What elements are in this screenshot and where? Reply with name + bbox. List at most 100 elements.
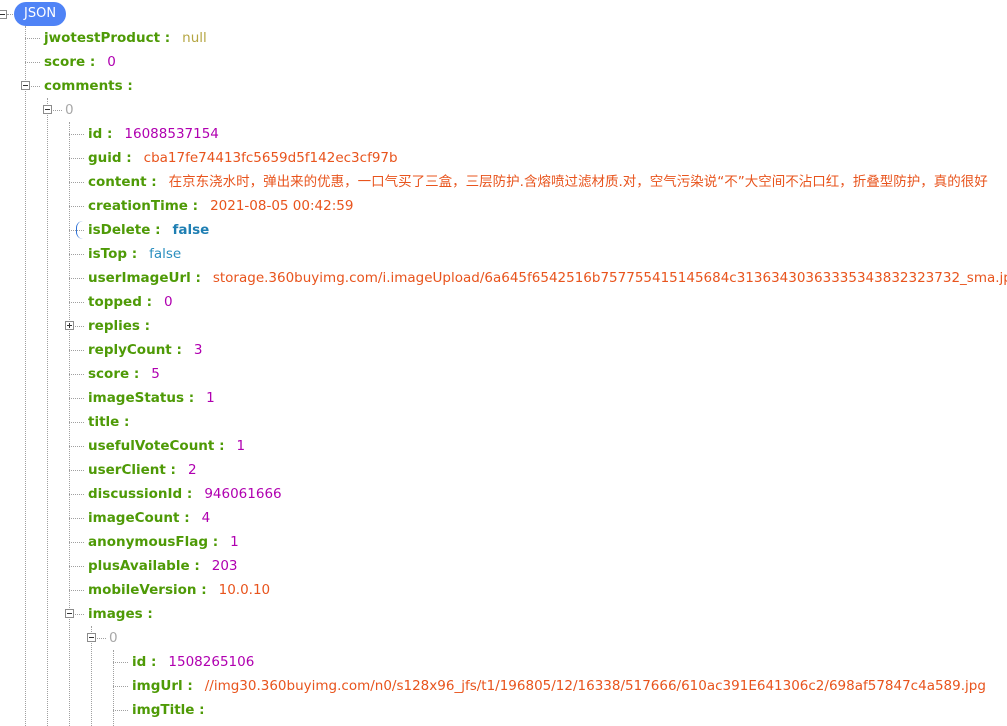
property-key: userClient (88, 462, 171, 478)
collapse-toggle-icon[interactable] (43, 105, 52, 114)
property-value: 2 (187, 462, 197, 478)
property-key: title (88, 414, 125, 430)
property-label: userImageUrl : storage.360buyimg.com/i.im… (88, 266, 1007, 290)
property-label: discussionId :946061666 (88, 482, 282, 506)
key-value-separator: : (151, 654, 157, 670)
property-value: 1 (230, 534, 239, 550)
collapse-toggle-icon[interactable] (87, 633, 96, 642)
property-label: isTop : false (88, 242, 181, 266)
property-key: replyCount (88, 342, 177, 358)
property-key: score (88, 366, 134, 382)
key-value-separator: : (219, 438, 225, 454)
key-value-separator: : (146, 294, 152, 310)
key-value-separator: : (201, 582, 207, 598)
property-key: creationTime (88, 198, 193, 214)
property-label: isDelete : false (88, 218, 209, 242)
array-index: 0 (109, 630, 118, 646)
property-key: mobileVersion (88, 582, 202, 598)
collapse-toggle-icon[interactable] (21, 81, 30, 90)
expand-toggle-icon[interactable] (65, 321, 74, 330)
key-value-separator: : (194, 558, 200, 574)
property-value: 0 (107, 54, 116, 70)
tree-guide-line (69, 122, 70, 726)
key-value-separator: : (188, 390, 195, 406)
key-value-separator: : (89, 54, 96, 70)
property-label: imageCount :4 (88, 506, 210, 530)
property-key: jwotestProduct (44, 30, 165, 46)
property-key: imageCount (88, 510, 185, 526)
property-key: discussionId (88, 486, 187, 502)
property-label: replyCount :3 (88, 338, 202, 362)
property-label: imgTitle : (132, 698, 217, 722)
property-key: isTop (88, 246, 132, 262)
property-label: id :16088537154 (88, 122, 219, 146)
key-value-separator: : (147, 606, 153, 622)
property-value: 3 (193, 342, 203, 358)
property-label: anonymousFlag :1 (88, 530, 239, 554)
property-value: 16088537154 (124, 126, 219, 142)
property-value: 5 (151, 366, 160, 382)
property-label: replies : (88, 314, 162, 338)
property-key: images (88, 606, 148, 622)
key-value-separator: : (199, 702, 205, 718)
property-value: null (182, 30, 207, 46)
property-value: 4 (201, 510, 211, 526)
key-value-separator: : (133, 366, 140, 382)
property-key: plusAvailable (88, 558, 195, 574)
array-index-label: 0 (109, 626, 118, 650)
key-value-separator: : (151, 174, 157, 190)
collapse-toggle-icon[interactable] (65, 609, 74, 618)
property-key: id (88, 126, 107, 142)
property-value: 在京东浇水时，弹出来的优惠，一口气买了三盒，三层防护.含熔喷过滤材质.对，空气污… (168, 174, 988, 190)
property-label: creationTime :2021-08-05 00:42:59 (88, 194, 353, 218)
property-key: isDelete (88, 222, 156, 238)
key-value-separator: : (126, 150, 132, 166)
key-value-separator: : (186, 486, 193, 502)
property-key: imageStatus (88, 390, 189, 406)
root-node-badge[interactable]: JSON (14, 2, 67, 26)
key-value-separator: : (212, 534, 219, 550)
property-label: score :5 (88, 362, 160, 386)
property-value: 946061666 (204, 486, 282, 502)
property-key: replies (88, 318, 145, 334)
property-label: images : (88, 602, 165, 626)
key-value-separator: : (144, 318, 151, 334)
property-label: imgUrl : //img30.360buyimg.com/n0/s128x96… (132, 674, 986, 698)
property-value: 2021-08-05 00:42:59 (210, 198, 354, 214)
property-value: 1508265106 (168, 654, 255, 670)
property-value: false (172, 222, 210, 238)
property-value: 203 (211, 558, 238, 574)
property-key: guid (88, 150, 127, 166)
property-label: usefulVoteCount :1 (88, 434, 245, 458)
property-key: anonymousFlag (88, 534, 213, 550)
property-key: content (88, 174, 152, 190)
property-value: 0 (163, 294, 173, 310)
root-collapse-toggle[interactable] (0, 10, 7, 19)
property-key: comments (44, 78, 128, 94)
property-key: id (132, 654, 151, 670)
property-key: score (44, 54, 90, 70)
property-value: 10.0.10 (218, 582, 271, 598)
key-value-separator: : (127, 78, 133, 94)
selection-bracket-icon (76, 221, 83, 239)
property-key: usefulVoteCount (88, 438, 220, 454)
property-key: topped (88, 294, 147, 310)
key-value-separator: : (195, 270, 201, 286)
property-label: userClient :2 (88, 458, 197, 482)
property-label: score :0 (44, 50, 116, 74)
property-label: jwotestProduct : null (44, 26, 207, 50)
tree-guide-line (47, 98, 48, 726)
property-label: comments : (44, 74, 145, 98)
key-value-separator: : (107, 126, 113, 142)
key-value-separator: : (164, 30, 171, 46)
property-value: 1 (206, 390, 215, 406)
property-key: imgUrl (132, 678, 188, 694)
property-value: 1 (236, 438, 246, 454)
key-value-separator: : (187, 678, 193, 694)
property-label: topped :0 (88, 290, 173, 314)
key-value-separator: : (155, 222, 161, 238)
property-value: storage.360buyimg.com/i.imageUpload/6a64… (212, 270, 1007, 286)
key-value-separator: : (192, 198, 199, 214)
property-label: plusAvailable :203 (88, 554, 238, 578)
property-label: title : (88, 410, 141, 434)
